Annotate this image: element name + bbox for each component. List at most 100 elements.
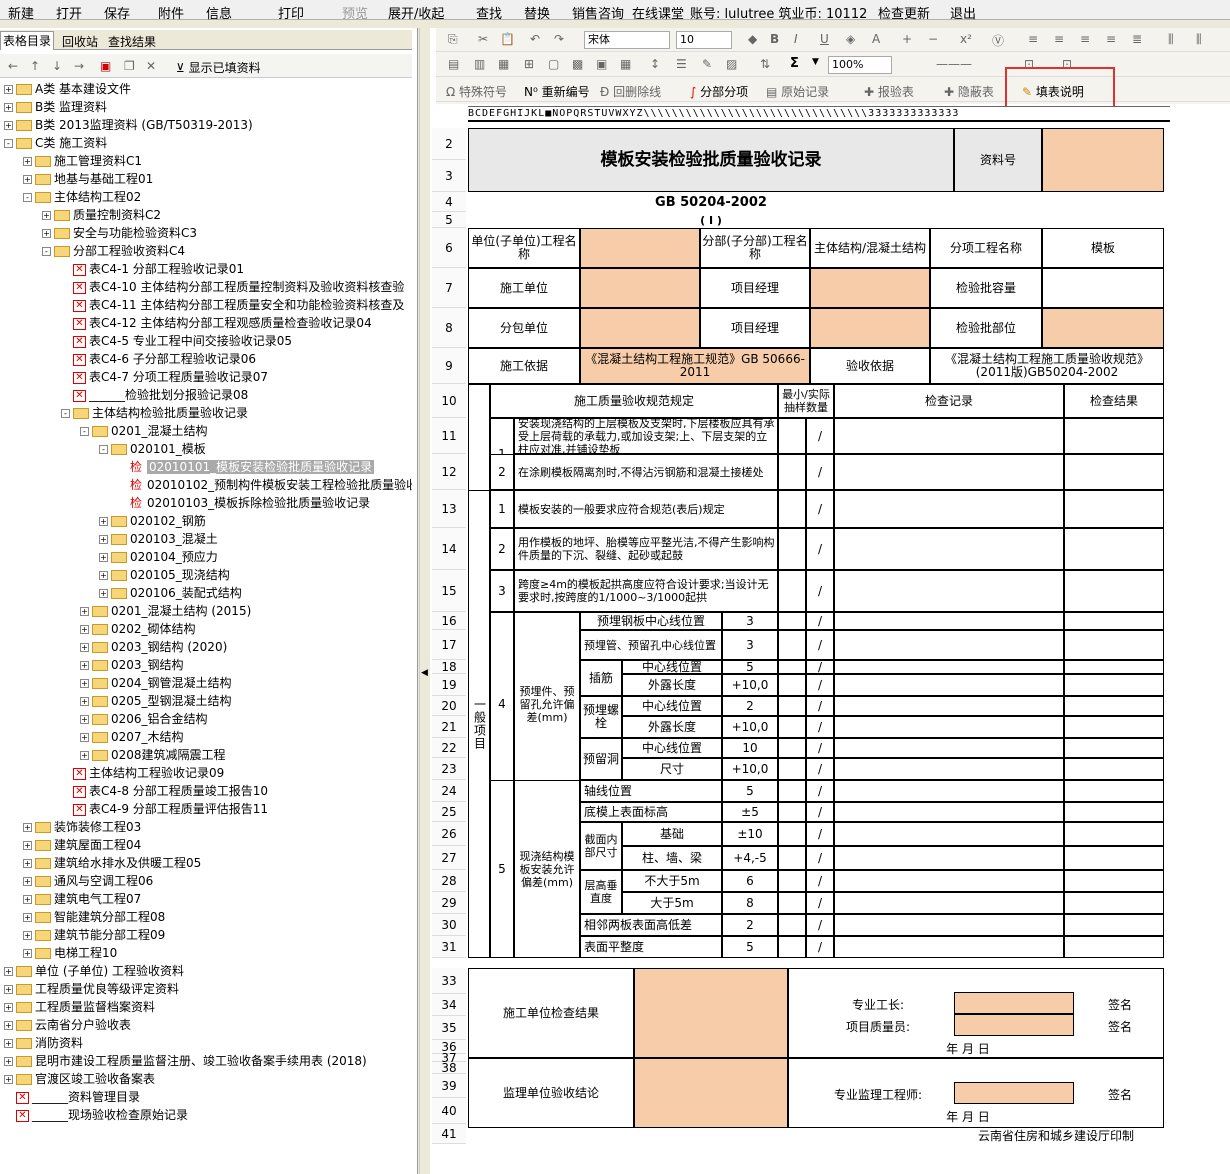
border-icon[interactable]: ▢ [548,57,559,71]
tree-item[interactable]: +0204_钢管混凝土结构 [80,674,232,692]
result-cell[interactable] [1064,758,1164,780]
input-cell[interactable] [954,1082,1074,1104]
delete-icon[interactable]: ✕ [146,59,156,73]
input-cell[interactable] [1042,308,1164,348]
record-cell[interactable] [834,674,1064,696]
result-cell[interactable] [1064,914,1164,936]
tree-item[interactable]: ✕ ______资料管理目录 [4,1088,140,1106]
tree-item[interactable]: + 工程质量优良等级评定资料 [4,980,179,998]
result-cell[interactable] [1064,780,1164,802]
tree-item[interactable]: - C类 施工资料 [4,134,107,152]
sample-actual-cell[interactable]: / [806,612,834,630]
result-cell[interactable] [1064,716,1164,738]
tree-item[interactable]: +0201_混凝土结构 (2015) [80,602,251,620]
result-cell[interactable] [1064,660,1164,674]
tree-item[interactable]: + 电梯工程10 [23,944,117,962]
item-name-value[interactable]: 模板 [1042,228,1164,268]
tree-item[interactable]: + 通风与空调工程06 [23,872,153,890]
sample-actual-cell[interactable]: / [806,822,834,846]
record-cell[interactable] [834,696,1064,716]
record-cell[interactable] [834,936,1064,958]
result-cell[interactable] [1064,454,1164,490]
sample-min-cell[interactable] [778,802,806,822]
record-cell[interactable] [834,738,1064,758]
delete-line-button[interactable]: Ð 回删除线 [600,83,661,100]
sample-actual-cell[interactable]: / [806,914,834,936]
copy-icon[interactable]: ❐ [124,59,135,73]
tree-item[interactable]: + 建筑电气工程07 [23,890,141,908]
tree-item[interactable]: - 0201_混凝土结构 [80,422,208,440]
tree-item[interactable]: ✕ 表C4-8 分部工程质量竣工报告10 [61,782,268,800]
tree-item[interactable]: + 建筑节能分部工程09 [23,926,165,944]
result-cell[interactable] [1064,418,1164,454]
input-cell[interactable] [1042,128,1164,192]
sample-actual-cell[interactable]: / [806,418,834,454]
record-cell[interactable] [834,454,1064,490]
sample-actual-cell[interactable]: / [806,660,834,674]
tree-item[interactable]: +0202_砌体结构 [80,620,196,638]
sample-min-cell[interactable] [778,870,806,892]
expand-toggle-icon[interactable]: + [99,553,108,562]
grid-icon[interactable]: ⫼ [1196,32,1202,47]
align-center-icon[interactable]: ≡ [1054,32,1064,46]
input-cell[interactable] [580,268,700,308]
table-icon[interactable]: ▦ [620,57,631,71]
size-select[interactable]: 10 [676,31,732,49]
expand-toggle-icon[interactable]: + [23,949,32,958]
tab-table-directory[interactable]: 表格目录 [0,31,55,50]
tree-item[interactable]: + B类 2013监理资料 (GB/T50319-2013) [4,116,253,134]
expand-toggle-icon[interactable]: + [4,121,13,130]
tree-item[interactable]: + 单位 (子单位) 工程验收资料 [4,962,184,980]
tree-item[interactable]: + 安全与功能检验资料C3 [42,224,197,242]
expand-toggle-icon[interactable]: + [23,895,32,904]
copy-icon[interactable]: ⎘ [448,32,458,47]
renumber-button[interactable]: N⁰ 重新编号 [524,83,590,100]
tree-item[interactable]: +0208建筑减隔震工程 [80,746,226,764]
expand-toggle-icon[interactable]: + [23,913,32,922]
tree-item[interactable]: 检 02010102_预制构件模板安装工程检验批质量验收 [118,476,412,494]
input-cell[interactable] [954,992,1074,1014]
record-cell[interactable] [834,870,1064,892]
hidden-form-button[interactable]: ✚ 隐蔽表 [944,83,994,100]
insert-col-icon[interactable]: ▥ [474,57,485,71]
result-cell[interactable] [1064,570,1164,612]
tree-item[interactable]: ✕ 主体结构工程验收记录09 [61,764,224,782]
record-cell[interactable] [834,716,1064,738]
record-cell[interactable] [834,892,1064,914]
sample-min-cell[interactable] [778,758,806,780]
add-icon[interactable]: ▣ [100,59,111,73]
expand-toggle-icon[interactable]: + [99,517,108,526]
list-icon[interactable]: ☰ [676,57,687,71]
tree-item[interactable]: - 主体结构工程02 [23,188,141,206]
tree-item[interactable]: ✕ ______检验批划分报验记录08 [61,386,248,404]
tab-recycle-bin[interactable]: 回收站 [62,33,98,50]
arrow-up-icon[interactable]: ↑ [30,59,40,73]
result-cell[interactable] [1064,630,1164,660]
align-right-icon[interactable]: ≡ [1080,32,1090,46]
record-cell[interactable] [834,660,1064,674]
expand-toggle-icon[interactable]: + [80,607,89,616]
result-cell[interactable] [1064,822,1164,846]
new-button[interactable]: 新建 [8,3,34,22]
tree-item[interactable]: + 官渡区竣工验收备案表 [4,1070,155,1088]
preview-button[interactable]: 预览 [342,3,368,22]
tree-item[interactable]: +020106_装配式结构 [99,584,242,602]
sample-min-cell[interactable] [778,892,806,914]
result-cell[interactable] [1064,870,1164,892]
show-filled-button[interactable]: ⊻ 显示已填资料 [176,59,261,76]
sum-icon[interactable]: Σ [790,56,799,71]
expand-toggle-icon[interactable]: + [80,697,89,706]
find-button[interactable]: 查找 [476,3,502,22]
record-cell[interactable] [834,780,1064,802]
expand-toggle-icon[interactable]: + [80,751,89,760]
expand-toggle-icon[interactable]: - [99,445,108,454]
tree-item[interactable]: +0206_铝合金结构 [80,710,208,728]
tree-item[interactable]: +0203_钢结构 [80,656,184,674]
sample-actual-cell[interactable]: / [806,738,834,758]
sub-item-button[interactable]: ∫ 分部分项 [690,83,748,100]
redo-icon[interactable]: ↷ [554,32,564,46]
distribute-icon[interactable]: ≣ [1132,32,1142,46]
expand-toggle-icon[interactable]: + [4,1003,13,1012]
sample-min-cell[interactable] [778,570,806,612]
sample-actual-cell[interactable]: / [806,716,834,738]
